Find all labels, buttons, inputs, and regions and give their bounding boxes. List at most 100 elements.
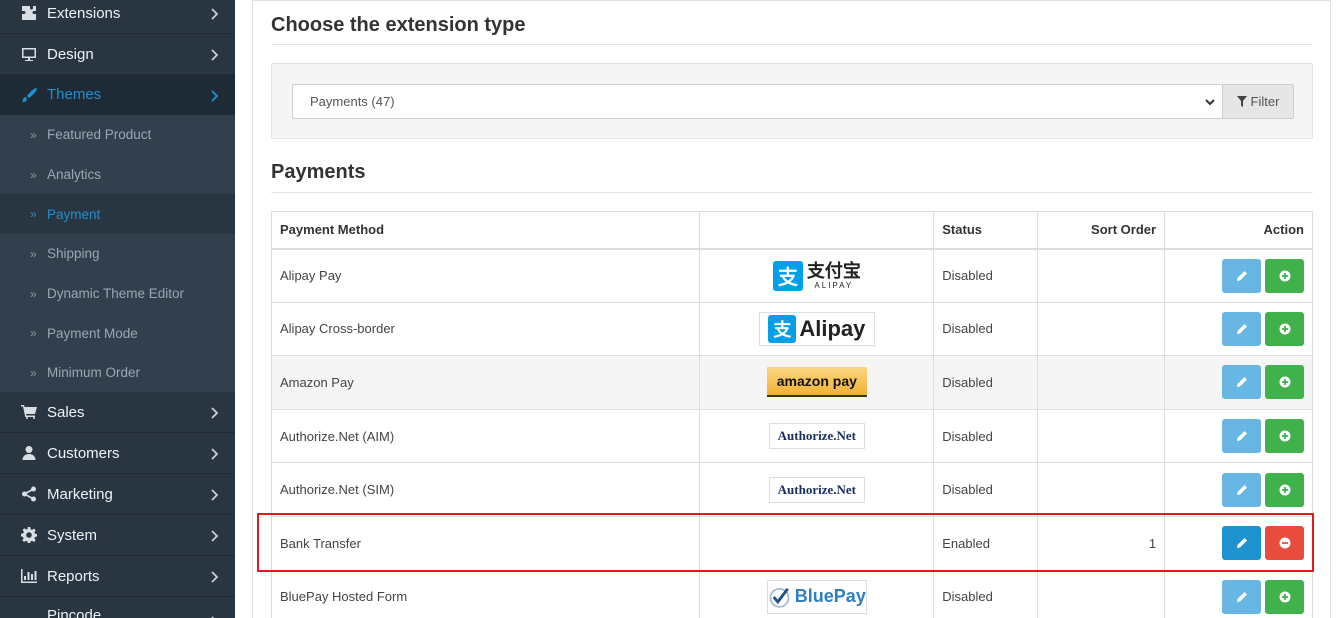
payment-method-name: Authorize.Net (SIM) [270, 462, 701, 517]
plus-circle-icon [1279, 323, 1290, 335]
sidebar: Extensions Design Themes » Featured Prod… [0, 0, 235, 618]
submenu-label: Payment [47, 206, 101, 222]
gear-icon [19, 527, 39, 543]
main-content: Choose the extension type Payments (47) … [235, 0, 1343, 618]
edit-button[interactable] [1222, 472, 1261, 507]
double-chevron-icon: » [30, 207, 37, 222]
chevron-right-icon [209, 529, 219, 542]
submenu-item-minimum-order[interactable]: » Minimum Order [0, 353, 235, 393]
uninstall-button[interactable] [1265, 526, 1304, 561]
payment-method-name: Alipay Cross-border [270, 301, 701, 357]
install-button[interactable] [1265, 472, 1304, 507]
submenu-label: Featured Product [47, 127, 152, 143]
sort-order-value [1037, 569, 1166, 618]
sidebar-item-customers[interactable]: Customers [0, 433, 235, 474]
table-header-row: Payment Method Status Sort Order Action [270, 211, 1313, 250]
divider [271, 44, 1313, 45]
double-chevron-icon: » [30, 286, 37, 301]
bar-chart-icon [19, 568, 39, 584]
install-button[interactable] [1265, 311, 1304, 346]
pencil-icon [1236, 538, 1247, 549]
submenu-item-payment[interactable]: » Payment [0, 194, 235, 235]
status-text: Disabled [933, 248, 1039, 303]
edit-button[interactable] [1222, 311, 1261, 346]
install-button[interactable] [1265, 258, 1304, 293]
column-header-sort-order: Sort Order [1037, 211, 1166, 250]
pencil-icon [1236, 323, 1247, 334]
extension-type-select[interactable]: Payments (47) [292, 84, 1223, 119]
submenu-label: Dynamic Theme Editor [47, 286, 185, 302]
sidebar-item-label: Pincode [47, 607, 102, 618]
edit-button[interactable] [1222, 579, 1261, 614]
payment-method-name: Authorize.Net (AIM) [270, 408, 701, 464]
sidebar-item-label: Reports [47, 567, 100, 585]
edit-button[interactable] [1222, 526, 1261, 561]
plus-circle-icon [1279, 376, 1290, 388]
install-button[interactable] [1265, 419, 1304, 454]
table-row: Authorize.Net (AIM) Authorize.Net Disabl… [270, 408, 1313, 464]
payments-heading: Payments [271, 161, 366, 183]
edit-button[interactable] [1222, 258, 1261, 293]
table-row: Alipay Pay 支 支付宝 ALIPAY Disabled [270, 248, 1313, 303]
table-row: Authorize.Net (SIM) Authorize.Net Disabl… [270, 462, 1313, 517]
alipay-logo: 支 支付宝 ALIPAY [772, 259, 862, 293]
sidebar-item-label: Themes [47, 86, 102, 103]
select-value: Payments (47) [310, 94, 395, 109]
bluepay-logo: BluePay [766, 579, 867, 614]
sidebar-item-label: Design [47, 45, 94, 63]
payment-method-name: BluePay Hosted Form [270, 569, 701, 618]
sidebar-item-label: Customers [47, 444, 120, 462]
sidebar-item-label: Sales [47, 403, 85, 421]
pencil-icon [1236, 591, 1247, 602]
install-button[interactable] [1265, 365, 1304, 400]
status-text: Enabled [933, 515, 1039, 571]
plus-circle-icon [1279, 484, 1290, 496]
table-row: BluePay Hosted Form BluePay Disabled [270, 569, 1313, 618]
sidebar-item-label: System [47, 526, 98, 544]
install-button[interactable] [1265, 579, 1304, 614]
brush-icon [19, 87, 39, 103]
payment-method-name: Bank Transfer [270, 515, 701, 571]
sidebar-item-sales[interactable]: Sales [0, 392, 235, 433]
sidebar-item-design[interactable]: Design [0, 34, 235, 75]
table-row: Amazon Pay amazon pay Disabled [270, 355, 1313, 410]
pencil-icon [1236, 431, 1247, 442]
filter-panel: Payments (47) Filter [271, 63, 1313, 139]
submenu-item-dynamic-theme-editor[interactable]: » Dynamic Theme Editor [0, 274, 235, 314]
filter-button[interactable]: Filter [1222, 84, 1294, 119]
minus-circle-icon [1279, 537, 1290, 549]
authorize-net-logo: Authorize.Net [768, 476, 865, 503]
authorize-net-logo: Authorize.Net [768, 423, 865, 450]
sidebar-item-extensions[interactable]: Extensions [0, 0, 235, 34]
sidebar-item-marketing[interactable]: Marketing [0, 474, 235, 515]
sort-order-value [1037, 408, 1166, 464]
payment-method-name: Amazon Pay [270, 355, 701, 410]
submenu-item-analytics[interactable]: » Analytics [0, 155, 235, 195]
themes-submenu: » Featured Product » Analytics » Payment… [0, 115, 235, 392]
double-chevron-icon: » [30, 167, 37, 182]
payments-table: Payment Method Status Sort Order Action … [270, 211, 1313, 618]
sidebar-item-themes[interactable]: Themes [0, 75, 235, 115]
double-chevron-icon: » [30, 365, 37, 380]
chevron-right-icon [209, 488, 219, 501]
sort-order-value [1037, 248, 1166, 303]
chevron-right-icon [209, 89, 219, 102]
filter-button-label: Filter [1250, 94, 1280, 109]
submenu-item-shipping[interactable]: » Shipping [0, 234, 235, 274]
sort-order-value [1037, 301, 1166, 357]
column-header-payment-method: Payment Method [270, 211, 701, 250]
edit-button[interactable] [1222, 365, 1261, 400]
sidebar-item-system[interactable]: System [0, 515, 235, 556]
sidebar-item-reports[interactable]: Reports [0, 556, 235, 597]
chevron-right-icon [209, 570, 219, 583]
edit-button[interactable] [1222, 419, 1261, 454]
sidebar-item-pincode[interactable]: Pincode [0, 597, 235, 618]
pencil-icon [1236, 270, 1247, 281]
cart-icon [19, 404, 39, 420]
amazon-pay-logo: amazon pay [766, 367, 867, 398]
submenu-item-payment-mode[interactable]: » Payment Mode [0, 313, 235, 353]
chevron-right-icon [209, 48, 219, 61]
alipay-logo: 支 Alipay [758, 311, 875, 346]
submenu-item-featured-product[interactable]: » Featured Product [0, 115, 235, 155]
status-text: Disabled [933, 569, 1039, 618]
